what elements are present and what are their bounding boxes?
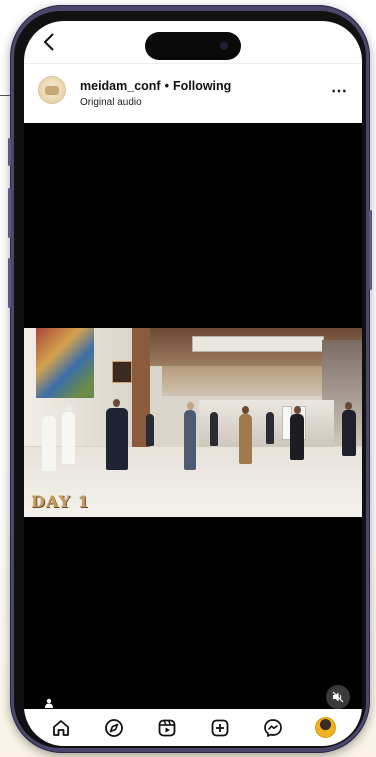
nav-create[interactable] xyxy=(208,716,232,740)
scene-person xyxy=(42,416,56,471)
phone-action-button xyxy=(8,138,11,166)
scene-person xyxy=(62,412,75,464)
scene-sign xyxy=(112,361,132,383)
username-link[interactable]: meidam_conf xyxy=(80,79,161,93)
more-options-button[interactable]: ⋯ xyxy=(331,81,348,101)
scene-person-head xyxy=(45,408,52,416)
reels-icon xyxy=(158,719,175,736)
post-header: meidam_conf • Following Original audio ⋯ xyxy=(24,63,362,123)
camera-dot xyxy=(220,42,228,50)
back-button[interactable] xyxy=(36,27,62,57)
nav-home[interactable] xyxy=(49,716,73,740)
bottom-navigation xyxy=(24,709,362,746)
scene-person-head xyxy=(65,404,72,412)
nav-messages[interactable] xyxy=(261,716,285,740)
compass-icon xyxy=(104,718,123,737)
following-button[interactable]: Following xyxy=(173,79,231,93)
scene-person xyxy=(239,414,252,464)
speaker-muted-icon xyxy=(332,691,344,703)
phone-volume-up-button xyxy=(8,188,11,238)
scene-person xyxy=(210,412,218,446)
scene-person xyxy=(266,412,274,444)
scene-person-head xyxy=(345,402,352,410)
logo-mark xyxy=(45,85,59,95)
plus-square-icon xyxy=(211,719,228,736)
scene-person-head xyxy=(242,406,249,414)
dynamic-island xyxy=(145,32,241,60)
scene-person-head xyxy=(113,399,120,407)
audio-link[interactable]: Original audio xyxy=(80,97,142,108)
separator-dot: • xyxy=(164,79,169,93)
scene-person-head xyxy=(187,402,194,410)
phone-power-button xyxy=(369,210,372,290)
nav-explore[interactable] xyxy=(102,716,126,740)
user-tag-icon xyxy=(45,698,53,708)
phone-volume-down-button xyxy=(8,258,11,308)
scene-person xyxy=(146,414,154,446)
scene-person xyxy=(184,410,196,470)
home-icon xyxy=(52,719,69,736)
chevron-left-icon xyxy=(43,33,54,51)
nav-profile[interactable] xyxy=(314,716,338,740)
top-bar xyxy=(24,21,362,63)
scene-person xyxy=(342,410,356,456)
username-row: meidam_conf • Following xyxy=(80,79,231,93)
nav-reels[interactable] xyxy=(155,716,179,740)
mute-button[interactable] xyxy=(326,685,350,709)
scene-banner xyxy=(192,336,324,352)
scene-person xyxy=(290,414,304,460)
video-player[interactable]: DAY 1 xyxy=(24,328,362,517)
account-avatar[interactable] xyxy=(38,76,66,104)
profile-avatar xyxy=(315,717,336,738)
scene-person-head xyxy=(294,406,301,414)
scene-person xyxy=(106,408,128,470)
messenger-icon xyxy=(263,718,282,737)
phone-screen: meidam_conf• Following Original audio ⋯ xyxy=(24,21,362,746)
scene-mural xyxy=(36,328,94,398)
video-overlay-text: DAY 1 xyxy=(31,492,90,511)
